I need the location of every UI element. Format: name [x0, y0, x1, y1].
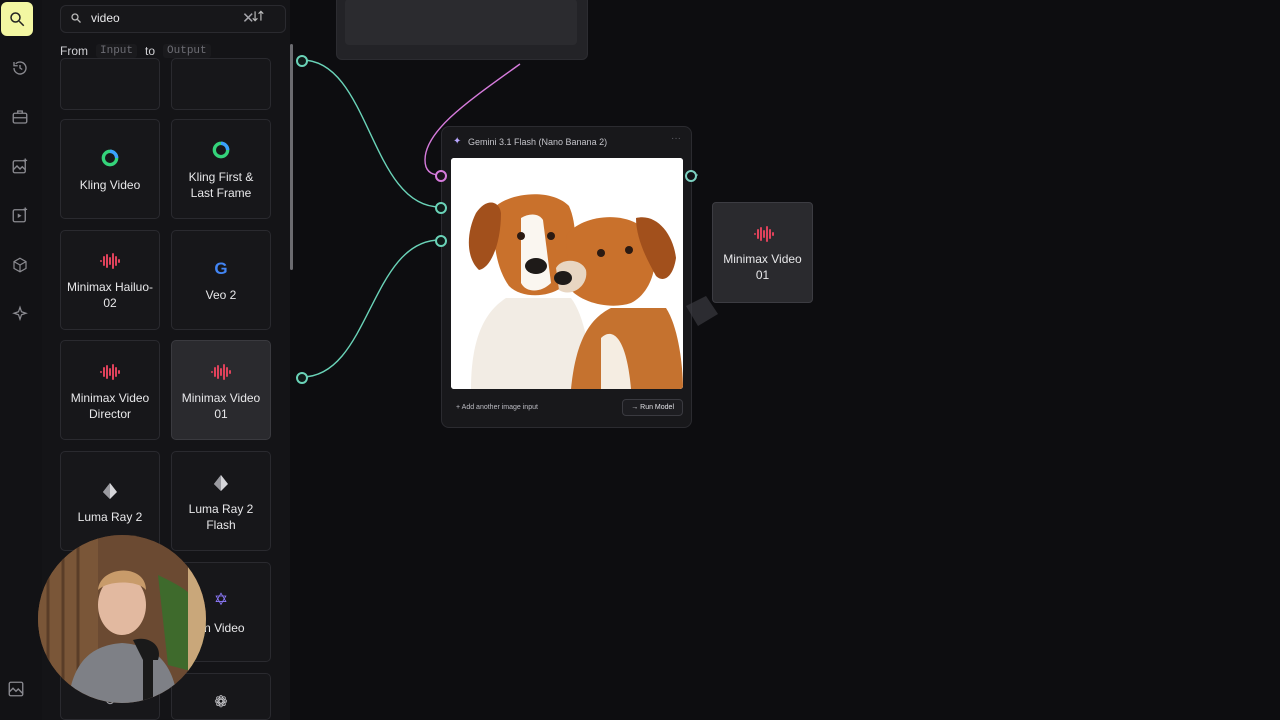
node-title: Gemini 3.1 Flash (Nano Banana 2) — [468, 137, 608, 147]
minimax-video-node[interactable]: Minimax Video 01 — [712, 202, 813, 303]
run-model-button[interactable]: → Run Model — [622, 399, 683, 416]
upstream-node[interactable] — [336, 0, 588, 60]
minimax-icon — [754, 226, 774, 242]
output-port[interactable] — [296, 55, 308, 67]
edge — [301, 59, 441, 208]
edge — [301, 239, 441, 378]
output-port[interactable] — [296, 372, 308, 384]
gemini-node[interactable]: ✦ Gemini 3.1 Flash (Nano Banana 2) ··· +… — [441, 126, 692, 428]
input-port-prompt[interactable] — [435, 170, 447, 182]
drag-cursor-icon — [686, 296, 718, 326]
input-port-image[interactable] — [435, 235, 447, 247]
input-port-image[interactable] — [435, 202, 447, 214]
output-port-image[interactable] — [685, 170, 697, 182]
add-image-input-button[interactable]: + Add another image input — [456, 404, 538, 411]
node-menu-icon[interactable]: ··· — [671, 133, 681, 144]
webcam-overlay — [38, 535, 206, 703]
sparkle-icon: ✦ — [453, 136, 462, 147]
node-label: Minimax Video 01 — [723, 252, 802, 282]
generated-image — [451, 158, 683, 389]
